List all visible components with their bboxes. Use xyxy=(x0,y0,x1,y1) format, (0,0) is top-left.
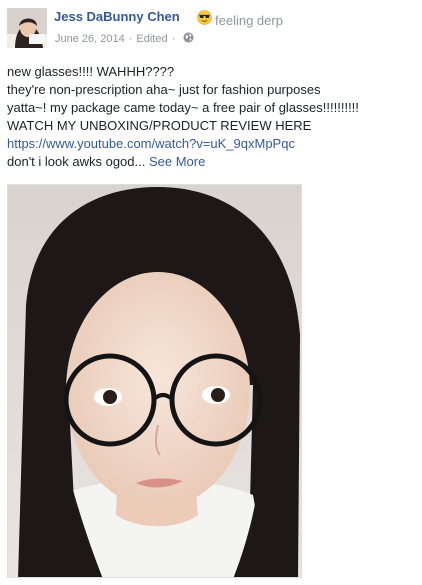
facebook-post: Jess DaBunny Chen feeling derp June 26, … xyxy=(0,0,422,585)
post-line: WATCH MY UNBOXING/PRODUCT REVIEW HERE xyxy=(7,118,312,133)
post-date[interactable]: June 26, 2014 xyxy=(55,33,125,45)
feeling-status: feeling derp xyxy=(197,10,283,30)
feeling-text: feeling derp xyxy=(215,12,283,28)
post-line: don't i look awks ogod... xyxy=(7,154,146,169)
post-text: new glasses!!!! WAHHH???? they're non-pr… xyxy=(7,63,417,171)
post-photo[interactable] xyxy=(7,184,302,578)
meta-separator: · xyxy=(128,33,133,45)
globe-icon[interactable] xyxy=(183,32,194,46)
avatar[interactable] xyxy=(7,8,47,48)
meta-separator: · xyxy=(171,33,176,45)
youtube-link[interactable]: https://www.youtube.com/watch?v=uK_9qxMp… xyxy=(7,135,417,153)
author-name[interactable]: Jess DaBunny Chen xyxy=(54,9,180,24)
edited-label[interactable]: Edited xyxy=(136,33,167,45)
post-line: yatta~! my package came today~ a free pa… xyxy=(7,100,359,115)
see-more-link[interactable]: See More xyxy=(149,154,205,169)
sunglasses-emoji-icon xyxy=(197,10,212,30)
selfie-image xyxy=(8,185,301,577)
post-line: they're non-prescription aha~ just for f… xyxy=(7,82,321,97)
post-meta: June 26, 2014 · Edited · xyxy=(55,32,194,46)
post-line: new glasses!!!! WAHHH???? xyxy=(7,64,175,79)
